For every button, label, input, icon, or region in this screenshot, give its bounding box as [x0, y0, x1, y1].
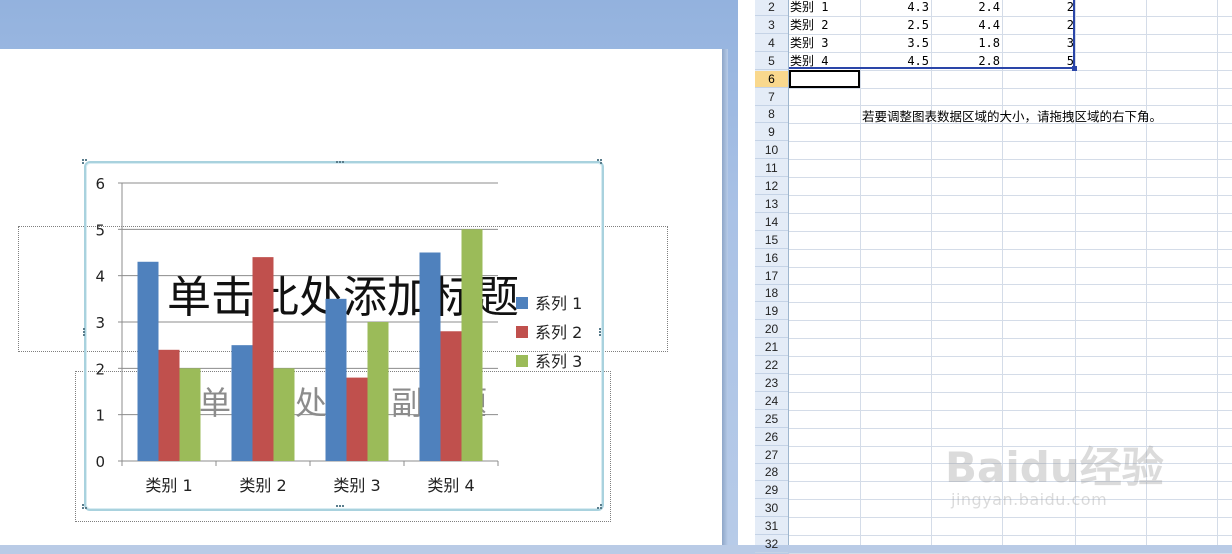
watermark-logo: Baidu经验	[945, 443, 1164, 492]
grid-row-line	[789, 177, 1232, 178]
row-header-30[interactable]: 30	[755, 500, 788, 518]
row-header-10[interactable]: 10	[755, 142, 788, 160]
row-header-13[interactable]: 13	[755, 196, 788, 213]
grid-row-line	[789, 284, 1232, 286]
row-header-28[interactable]: 28	[755, 464, 788, 482]
row-header-7[interactable]: 7	[755, 89, 788, 106]
row-header-29[interactable]: 29	[755, 482, 788, 500]
grid-row-line	[789, 159, 1232, 161]
bar-3-3	[367, 322, 389, 461]
grid-row-line	[789, 535, 1232, 536]
grid-column-line	[1217, 0, 1218, 545]
bar-1-3	[325, 298, 347, 461]
grid-row-line	[789, 194, 1232, 196]
baidu-watermark: Baidu经验 jingyan.baidu.com	[945, 412, 1185, 522]
presentation-pane: 单击此处添加标题 单击此处添加副标题 0123456类别 1类别 2类别 3类别…	[0, 0, 738, 545]
bar-3-1	[179, 368, 201, 461]
legend-label: 系列 3	[535, 352, 582, 371]
row-headers: 2 3 4 5 6 7 8 9 10 11 12 13 14 15 16 17 18 19 20 21 22 23 24 25…	[755, 0, 789, 553]
legend-label: 系列 2	[535, 323, 582, 342]
y-tick-label: 0	[95, 453, 105, 471]
row-header-31[interactable]: 31	[755, 518, 788, 536]
row-header-24[interactable]: 24	[755, 393, 788, 410]
grid-row-line	[789, 230, 1232, 232]
bar-2-2	[252, 257, 274, 461]
grid-row-line	[789, 320, 1232, 322]
grid-row-line	[789, 338, 1232, 340]
resize-hint-text: 若要调整图表数据区域的大小，请拖拽区域的右下角。	[862, 109, 1163, 124]
row-header-16[interactable]: 16	[755, 250, 788, 267]
bar-1-2	[231, 345, 253, 461]
row-header-2[interactable]: 2	[755, 0, 788, 16]
data-range-resize-corner[interactable]	[1072, 66, 1077, 71]
y-tick-label: 1	[95, 407, 105, 425]
row-header-9[interactable]: 9	[755, 124, 788, 142]
row-header-8[interactable]: 8	[755, 106, 788, 124]
y-tick-label: 4	[95, 268, 105, 286]
row-header-27[interactable]: 27	[755, 447, 788, 464]
y-tick-label: 6	[95, 175, 105, 193]
row-header-18[interactable]: 18	[755, 285, 788, 303]
chart-data-range	[789, 0, 1075, 69]
row-header-4[interactable]: 4	[755, 35, 788, 52]
bar-2-3	[346, 377, 368, 461]
row-header-19[interactable]: 19	[755, 303, 788, 321]
grid-row-line	[789, 248, 1232, 250]
legend-swatch	[516, 326, 528, 338]
x-tick-label: 类别 1	[145, 476, 192, 495]
x-tick-label: 类别 2	[239, 476, 286, 495]
grid-column-line	[860, 0, 861, 545]
legend-swatch	[516, 355, 528, 367]
row-header-22[interactable]: 22	[755, 357, 788, 374]
bar-1-1	[137, 261, 159, 461]
bar-2-4	[440, 331, 462, 461]
grid-column-line	[931, 0, 932, 545]
row-header-15[interactable]: 15	[755, 232, 788, 249]
row-header-6[interactable]: 6	[755, 70, 788, 88]
row-header-11[interactable]: 11	[755, 160, 788, 178]
y-tick-label: 3	[95, 314, 105, 332]
row-header-20[interactable]: 20	[755, 321, 788, 339]
y-tick-label: 5	[95, 221, 105, 239]
active-cell[interactable]	[789, 70, 860, 88]
legend-swatch	[516, 297, 528, 309]
row-header-5[interactable]: 5	[755, 53, 788, 70]
row-header-21[interactable]: 21	[755, 339, 788, 357]
row-header-12[interactable]: 12	[755, 178, 788, 195]
legend-label: 系列 1	[535, 294, 582, 313]
bar-3-2	[273, 368, 295, 461]
watermark-url: jingyan.baidu.com	[951, 490, 1108, 509]
grid-row-line	[789, 302, 1232, 304]
bar-2-1	[158, 349, 180, 461]
grid-row-line	[789, 266, 1232, 268]
y-tick-label: 2	[95, 360, 105, 378]
grid-row-line	[789, 391, 1232, 393]
row-header-23[interactable]: 23	[755, 375, 788, 392]
bar-1-4	[419, 252, 441, 461]
row-header-25[interactable]: 25	[755, 411, 788, 428]
bar-3-4	[461, 229, 483, 461]
x-tick-label: 类别 4	[427, 476, 474, 495]
row-header-17[interactable]: 17	[755, 268, 788, 285]
grid-row-line	[789, 409, 1232, 411]
clustered-bar-chart[interactable]: 0 1 2 3 4 5 6 类别 1 类别 2 类别 3 类别 4 系列 1 系列 2 系列 3	[0, 0, 738, 545]
row-header-14[interactable]: 14	[755, 214, 788, 231]
grid-row-line	[789, 373, 1232, 375]
grid-row-line	[789, 141, 1232, 143]
row-header-3[interactable]: 3	[755, 17, 788, 34]
row-header-26[interactable]: 26	[755, 429, 788, 446]
x-tick-label: 类别 3	[333, 476, 380, 495]
grid-row-line	[789, 212, 1232, 214]
grid-row-line	[789, 356, 1232, 357]
